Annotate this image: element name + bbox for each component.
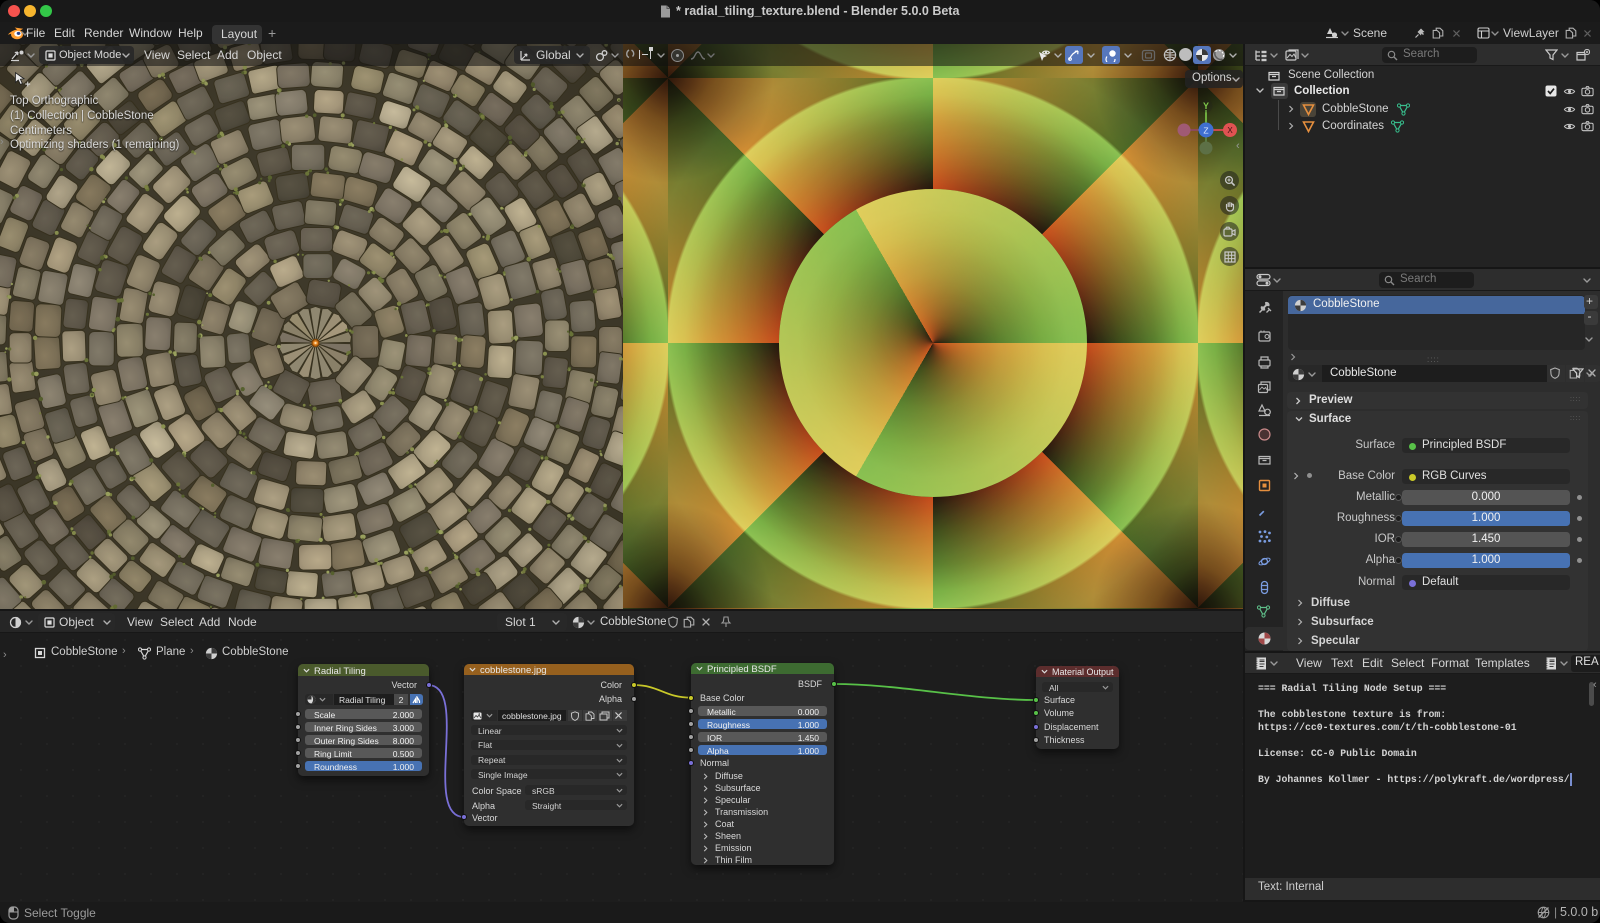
svg-text:Y: Y (1203, 101, 1209, 111)
svg-text:X: X (1227, 126, 1233, 135)
svg-text:Z: Z (1203, 125, 1208, 135)
